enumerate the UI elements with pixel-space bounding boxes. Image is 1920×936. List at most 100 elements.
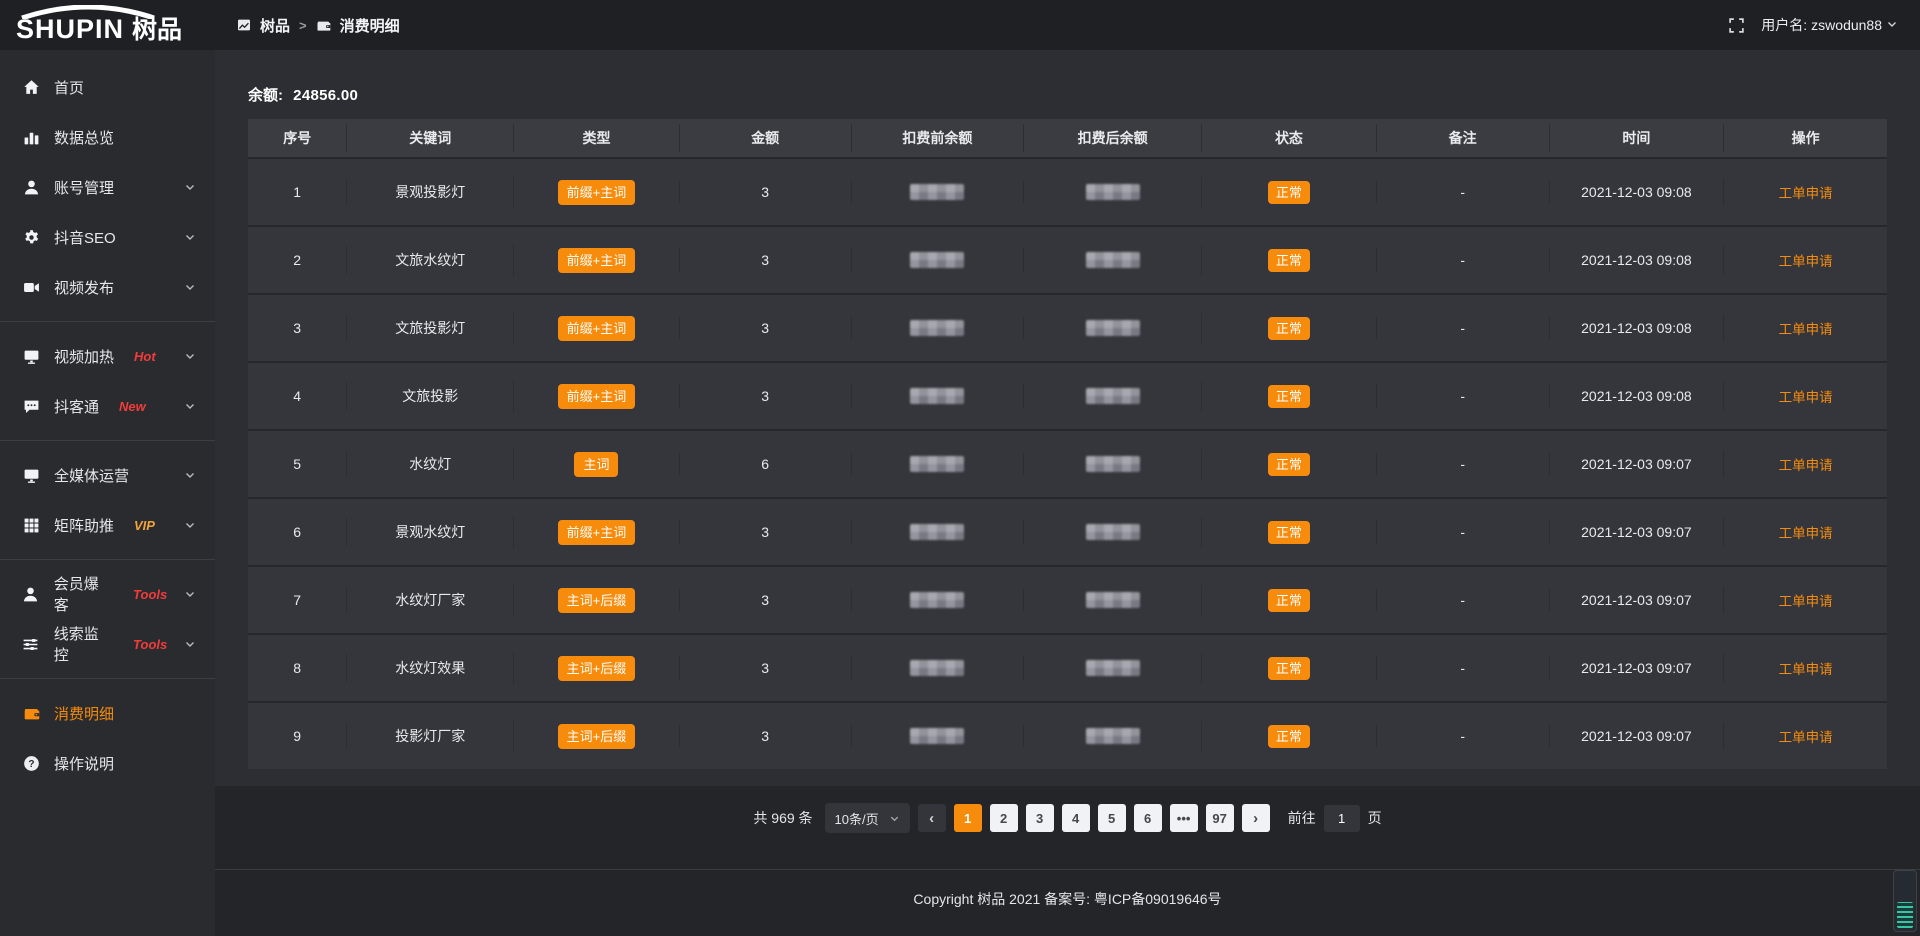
page-button-1[interactable]: 1 bbox=[954, 804, 982, 832]
sidebar-item-label: 视频发布 bbox=[54, 277, 114, 298]
next-page-button[interactable]: › bbox=[1242, 804, 1270, 832]
sidebar-item-lead-monitor[interactable]: 线索监控Tools bbox=[0, 619, 215, 669]
row-index-cell: 1 bbox=[248, 180, 346, 204]
work-order-link[interactable]: 工单申请 bbox=[1779, 662, 1833, 677]
table-row: 6景观水纹灯前缀+主词3正常-2021-12-03 09:07工单申请 bbox=[248, 497, 1887, 565]
sidebar-item-video-heating[interactable]: 视频加热Hot bbox=[0, 331, 215, 381]
page-ellipsis-button[interactable]: ••• bbox=[1170, 804, 1198, 832]
sidebar-item-matrix-boost[interactable]: 矩阵助推VIP bbox=[0, 500, 215, 550]
page-size-select[interactable]: 10条/页 bbox=[825, 803, 910, 833]
remark-cell: - bbox=[1376, 316, 1549, 340]
sidebar-item-omni-media-operation[interactable]: 全媒体运营 bbox=[0, 450, 215, 500]
breadcrumb-root[interactable]: 树品 bbox=[260, 15, 290, 36]
user-icon bbox=[22, 179, 40, 196]
chevron-down-icon bbox=[889, 813, 900, 824]
table-row: 7水纹灯厂家主词+后缀3正常-2021-12-03 09:07工单申请 bbox=[248, 565, 1887, 633]
action-cell: 工单申请 bbox=[1723, 450, 1887, 478]
page-button-6[interactable]: 6 bbox=[1134, 804, 1162, 832]
row-index-cell: 5 bbox=[248, 452, 346, 476]
type-badge: 主词+后缀 bbox=[558, 588, 636, 613]
status-cell: 正常 bbox=[1201, 177, 1376, 208]
page-buttons: 123456 ••• 97 bbox=[954, 804, 1234, 832]
work-order-link[interactable]: 工单申请 bbox=[1779, 186, 1833, 201]
breadcrumb: 树品 > 消费明细 bbox=[237, 15, 400, 36]
censored-balance-after bbox=[1086, 592, 1140, 608]
work-order-link[interactable]: 工单申请 bbox=[1779, 322, 1833, 337]
work-order-link[interactable]: 工单申请 bbox=[1779, 730, 1833, 745]
svg-text:?: ? bbox=[28, 758, 34, 769]
sidebar-item-operation-guide[interactable]: ?操作说明 bbox=[0, 738, 215, 788]
balance-after-cell bbox=[1023, 180, 1201, 204]
keyword-cell: 水纹灯 bbox=[346, 450, 513, 478]
sidebar-item-data-overview[interactable]: 数据总览 bbox=[0, 112, 215, 162]
censored-balance-before bbox=[910, 524, 964, 540]
remark-cell: - bbox=[1376, 452, 1549, 476]
page-button-3[interactable]: 3 bbox=[1026, 804, 1054, 832]
floating-widget[interactable] bbox=[1893, 870, 1917, 932]
time-cell: 2021-12-03 09:08 bbox=[1549, 248, 1724, 272]
sidebar-item-member-baoke[interactable]: 会员爆客Tools bbox=[0, 569, 215, 619]
amount-cell: 3 bbox=[679, 248, 851, 272]
monitor-icon bbox=[22, 467, 40, 484]
page-button-4[interactable]: 4 bbox=[1062, 804, 1090, 832]
table-header-cell: 金额 bbox=[679, 124, 851, 152]
user-menu[interactable]: 用户名: zswodun88 bbox=[1761, 15, 1898, 35]
work-order-link[interactable]: 工单申请 bbox=[1779, 458, 1833, 473]
type-badge: 前缀+主词 bbox=[558, 384, 636, 409]
fullscreen-icon[interactable] bbox=[1728, 17, 1745, 34]
type-cell: 主词+后缀 bbox=[513, 584, 679, 617]
sidebar-item-tag: VIP bbox=[134, 518, 155, 533]
goto-page-input[interactable] bbox=[1324, 805, 1360, 832]
work-order-link[interactable]: 工单申请 bbox=[1779, 594, 1833, 609]
type-cell: 前缀+主词 bbox=[513, 516, 679, 549]
type-cell: 前缀+主词 bbox=[513, 380, 679, 413]
logo-arc-icon bbox=[12, 5, 164, 19]
sidebar-item-home[interactable]: 首页 bbox=[0, 62, 215, 112]
status-cell: 正常 bbox=[1201, 517, 1376, 548]
page-button-97[interactable]: 97 bbox=[1206, 804, 1234, 832]
keyword-cell: 文旅投影灯 bbox=[346, 314, 513, 342]
chevron-down-icon bbox=[181, 231, 199, 243]
wallet-icon bbox=[316, 18, 331, 33]
work-order-link[interactable]: 工单申请 bbox=[1779, 254, 1833, 269]
wallet-icon bbox=[22, 705, 40, 722]
remark-cell: - bbox=[1376, 180, 1549, 204]
brand-logo[interactable]: SHUPIN 树品 bbox=[0, 0, 215, 50]
amount-cell: 3 bbox=[679, 316, 851, 340]
censored-balance-after bbox=[1086, 456, 1140, 472]
remark-cell: - bbox=[1376, 384, 1549, 408]
prev-page-button[interactable]: ‹ bbox=[918, 804, 946, 832]
balance-after-cell bbox=[1023, 384, 1201, 408]
work-order-link[interactable]: 工单申请 bbox=[1779, 526, 1833, 541]
action-cell: 工单申请 bbox=[1723, 518, 1887, 546]
dashboard-icon bbox=[237, 18, 251, 32]
sidebar-item-douketong[interactable]: 抖客通New bbox=[0, 381, 215, 431]
type-badge: 主词 bbox=[574, 452, 618, 477]
work-order-link[interactable]: 工单申请 bbox=[1779, 390, 1833, 405]
page-button-5[interactable]: 5 bbox=[1098, 804, 1126, 832]
sidebar-item-account-management[interactable]: 账号管理 bbox=[0, 162, 215, 212]
sidebar-item-consumption-detail[interactable]: 消费明细 bbox=[0, 688, 215, 738]
status-cell: 正常 bbox=[1201, 381, 1376, 412]
bar-chart-icon bbox=[22, 129, 40, 146]
time-cell: 2021-12-03 09:07 bbox=[1549, 656, 1724, 680]
sidebar-item-tag: Hot bbox=[134, 349, 156, 364]
status-cell: 正常 bbox=[1201, 449, 1376, 480]
sidebar-item-label: 抖音SEO bbox=[54, 227, 116, 248]
chevron-down-icon bbox=[181, 350, 199, 362]
topbar-right: 用户名: zswodun88 bbox=[1728, 15, 1920, 35]
sidebar-item-video-publish[interactable]: 视频发布 bbox=[0, 262, 215, 312]
action-cell: 工单申请 bbox=[1723, 722, 1887, 750]
sidebar-divider bbox=[0, 559, 215, 560]
balance-after-cell bbox=[1023, 588, 1201, 612]
chevron-down-icon bbox=[181, 638, 199, 650]
page-button-2[interactable]: 2 bbox=[990, 804, 1018, 832]
table-header-cell: 操作 bbox=[1723, 124, 1887, 152]
balance-after-cell bbox=[1023, 248, 1201, 272]
breadcrumb-current: 消费明细 bbox=[340, 15, 400, 36]
sidebar-item-douyin-seo[interactable]: 抖音SEO bbox=[0, 212, 215, 262]
time-cell: 2021-12-03 09:08 bbox=[1549, 316, 1724, 340]
time-cell: 2021-12-03 09:08 bbox=[1549, 384, 1724, 408]
amount-cell: 3 bbox=[679, 520, 851, 544]
status-cell: 正常 bbox=[1201, 653, 1376, 684]
